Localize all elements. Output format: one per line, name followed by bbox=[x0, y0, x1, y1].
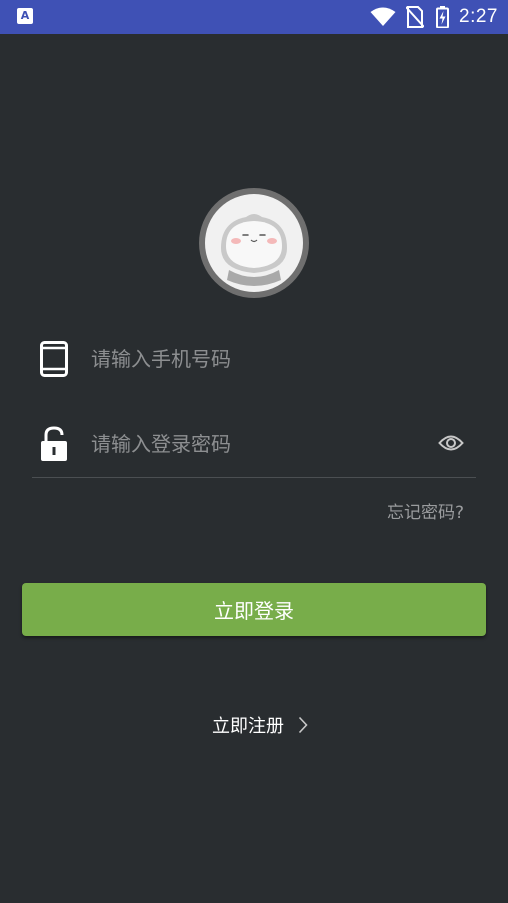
smartphone-icon bbox=[40, 341, 68, 377]
cartoon-face-avatar-icon bbox=[205, 194, 303, 292]
no-sim-icon bbox=[406, 6, 425, 28]
avatar[interactable] bbox=[199, 188, 309, 298]
status-time: 2:27 bbox=[459, 6, 498, 27]
lock-icon bbox=[41, 426, 67, 461]
app-notification-icon: A bbox=[17, 8, 33, 24]
password-input[interactable] bbox=[91, 425, 411, 463]
status-icons: 2:27 bbox=[370, 0, 498, 34]
wifi-icon bbox=[370, 7, 396, 26]
chevron-right-icon bbox=[298, 716, 308, 734]
forgot-password-link[interactable]: 忘记密码? bbox=[387, 498, 464, 523]
status-bar: A 2:27 bbox=[0, 0, 508, 34]
input-divider bbox=[32, 477, 476, 478]
login-button[interactable]: 立即登录 bbox=[22, 583, 486, 636]
eye-icon[interactable] bbox=[438, 433, 464, 453]
register-link[interactable]: 立即注册 bbox=[212, 712, 308, 738]
register-label: 立即注册 bbox=[212, 716, 284, 737]
battery-charging-icon bbox=[436, 6, 450, 28]
phone-input[interactable] bbox=[91, 340, 451, 378]
